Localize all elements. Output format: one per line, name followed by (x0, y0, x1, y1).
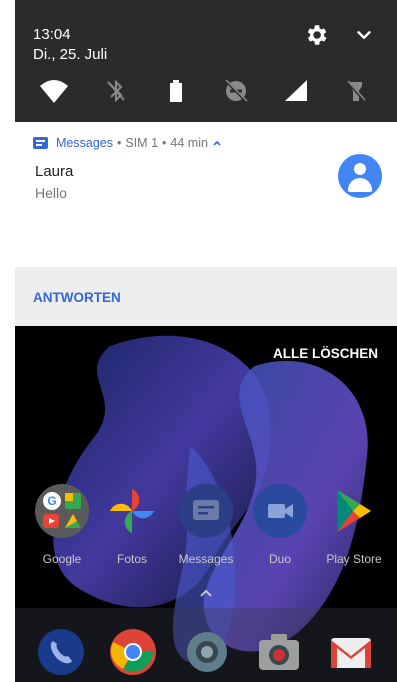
expand-chevron-down-icon[interactable] (353, 24, 375, 46)
battery-icon[interactable] (159, 74, 193, 108)
quick-settings-header: 13:04 Di., 25. Juli (15, 0, 397, 122)
settings-gear-icon[interactable] (303, 22, 329, 48)
collapse-chevron-up-icon[interactable] (212, 138, 222, 148)
cellular-signal-icon[interactable] (279, 74, 313, 108)
separator-dot: • (162, 136, 167, 150)
app-label-fotos: Fotos (116, 552, 147, 566)
duo-camera-icon (253, 484, 307, 538)
status-date[interactable]: Di., 25. Juli (33, 46, 107, 63)
app-duo[interactable]: Duo (249, 484, 311, 566)
svg-text:G: G (47, 494, 56, 508)
app-drawer-caret-up-icon[interactable] (199, 586, 213, 600)
clear-all-button[interactable]: ALLE LÖSCHEN (273, 346, 378, 361)
phone-screen: 13:04 Di., 25. Juli Messages • SIM 1 • 4… (15, 0, 397, 682)
settings-gear-icon[interactable] (183, 628, 231, 676)
messages-icon (179, 484, 233, 538)
flashlight-off-icon[interactable] (339, 74, 373, 108)
gmail-icon[interactable] (327, 628, 375, 676)
notification-app-name: Messages (56, 136, 113, 150)
app-fotos[interactable]: Fotos (101, 484, 163, 566)
do-not-disturb-off-icon[interactable] (219, 74, 253, 108)
notification-sim: SIM 1 (125, 136, 159, 150)
notification-header: Messages • SIM 1 • 44 min (33, 136, 222, 150)
separator-dot: • (116, 136, 122, 150)
wifi-icon[interactable] (37, 74, 71, 108)
app-google[interactable]: G Google (31, 484, 93, 566)
notification-age: 44 min (170, 136, 208, 150)
chrome-icon[interactable] (109, 628, 157, 676)
contact-avatar (338, 154, 382, 198)
status-time: 13:04 (33, 26, 71, 43)
google-folder-icon: G (35, 484, 89, 538)
messages-app-icon (33, 137, 48, 149)
notification-sender: Laura (35, 163, 74, 180)
bluetooth-off-icon[interactable] (99, 74, 133, 108)
app-play-store[interactable]: Play Store (323, 484, 385, 566)
avatar-person-icon (354, 163, 366, 175)
app-label-duo: Duo (268, 552, 291, 566)
play-store-icon (327, 484, 381, 538)
phone-icon[interactable] (37, 628, 85, 676)
app-label-messages: Messages (178, 552, 234, 566)
reply-button[interactable]: ANTWORTEN (33, 290, 121, 305)
app-messages[interactable]: Messages (175, 484, 237, 566)
notification-text: Hello (35, 185, 67, 201)
app-label-play-store: Play Store (326, 552, 382, 566)
camera-icon[interactable] (255, 628, 303, 676)
photos-pinwheel-icon (105, 484, 159, 538)
